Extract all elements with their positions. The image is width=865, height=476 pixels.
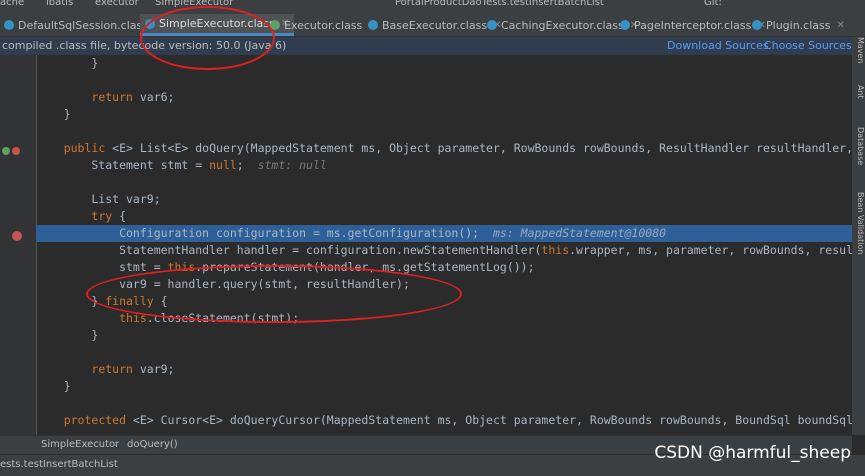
database-tool-button[interactable]: Database <box>852 127 865 165</box>
tab-label: CachingExecutor.class <box>501 18 624 32</box>
editor-gutter[interactable] <box>0 55 37 435</box>
ant-tool-button[interactable]: Ant <box>852 85 865 99</box>
breakpoint-icon[interactable] <box>12 231 22 241</box>
download-sources-link[interactable]: Download Sources <box>667 39 769 52</box>
inline-debug-value: ms: MappedStatement@10080 <box>479 226 667 240</box>
code-line: } <box>36 379 71 393</box>
run-config-select[interactable]: PortalProductDaoTests.testInsertBatchLis… <box>395 0 604 8</box>
choose-sources-link[interactable]: Choose Sources... <box>764 39 862 52</box>
tab-label: BaseExecutor.class <box>382 18 488 32</box>
decompiled-banner: compiled .class file, bytecode version: … <box>0 37 862 55</box>
code-line: StatementHandler handler = configuration… <box>36 243 852 257</box>
tab-plugin[interactable]: Plugin.class ✕ <box>752 14 845 36</box>
tab-label: PageInterceptor.class <box>634 18 752 32</box>
annotation-ellipse <box>140 6 275 70</box>
class-file-icon <box>620 20 630 30</box>
code-line: } <box>36 107 71 121</box>
navigation-bar: ache ibatis executor SimpleExecutor Port… <box>0 0 865 10</box>
tab-label: Executor.class <box>284 18 363 32</box>
current-execution-line: Configuration configuration = ms.getConf… <box>36 225 852 242</box>
tab-defaultsqlsession[interactable]: DefaultSqlSession.class✕ <box>4 14 162 36</box>
annotation-ellipse <box>86 265 462 323</box>
code-line: } <box>36 328 99 342</box>
breadcrumb-separator: › <box>114 439 118 450</box>
class-file-icon <box>368 20 378 30</box>
right-tool-strip: Maven Ant Database Bean Validation <box>852 37 865 435</box>
code-editor[interactable]: } return var6; } public <E> List<E> doQu… <box>36 55 852 435</box>
code-line: List var9; <box>36 192 161 206</box>
class-file-icon <box>4 20 14 30</box>
inline-debug-value: stmt: null <box>243 158 327 172</box>
nav-crumb[interactable]: executor <box>95 0 139 8</box>
watermark: CSDN @harmful_sheep <box>654 443 851 463</box>
maven-tool-button[interactable]: Maven <box>852 37 865 64</box>
git-label: Git: <box>704 0 722 8</box>
class-file-icon <box>487 20 497 30</box>
bean-validation-tool-button[interactable]: Bean Validation <box>852 192 865 254</box>
breadcrumb-class[interactable]: SimpleExecutor <box>41 439 119 450</box>
nav-crumb[interactable]: ache <box>0 0 24 8</box>
tab-executor[interactable]: Executor.class✕ <box>270 14 377 36</box>
editor-tabs: DefaultSqlSession.class✕ SimpleExecutor.… <box>0 10 865 37</box>
status-run-tab[interactable]: ests.testInsertBatchList <box>0 459 118 470</box>
code-line: Statement stmt = null; stmt: null <box>36 158 327 172</box>
class-file-icon <box>752 20 762 30</box>
tab-baseexecutor[interactable]: BaseExecutor.class ✕ <box>368 14 501 36</box>
code-line: protected <E> Cursor<E> doQueryCursor(Ma… <box>63 413 852 427</box>
tab-cachingexecutor[interactable]: CachingExecutor.class ✕ <box>487 14 638 36</box>
tab-label: Plugin.class <box>766 18 831 32</box>
close-icon[interactable]: ✕ <box>836 20 844 31</box>
code-line: public <E> List<E> doQuery(MappedStateme… <box>63 141 852 155</box>
tab-label: DefaultSqlSession.class <box>18 18 148 32</box>
breadcrumb-method[interactable]: doQuery() <box>127 439 178 450</box>
implements-icon[interactable] <box>2 147 10 155</box>
nav-crumb[interactable]: ibatis <box>46 0 73 8</box>
code-line: return var9; <box>91 362 175 376</box>
overrides-icon[interactable] <box>12 147 20 155</box>
code-line: return var6; <box>91 90 175 104</box>
code-line: try { <box>91 209 127 223</box>
tab-pageinterceptor[interactable]: PageInterceptor.class✕ <box>620 14 766 36</box>
